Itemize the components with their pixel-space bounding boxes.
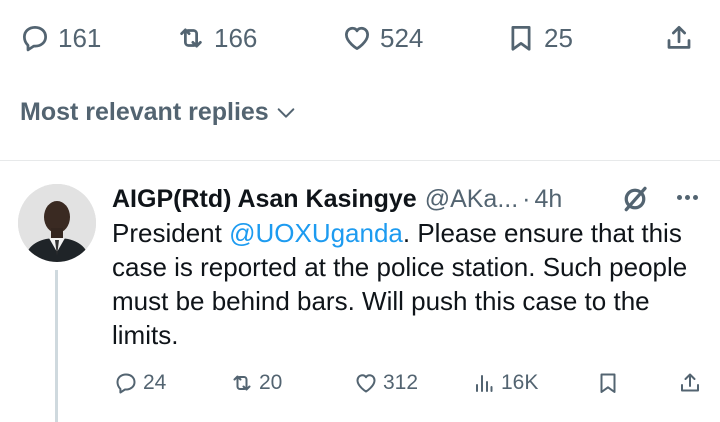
- more-button[interactable]: [670, 182, 704, 212]
- retweet-count: 166: [214, 22, 258, 53]
- reply-button[interactable]: 161: [20, 22, 101, 54]
- mention-link[interactable]: @UOXUganda: [229, 218, 403, 248]
- reply-retweet-count: 20: [259, 371, 283, 394]
- author-handle[interactable]: @AKa...: [425, 185, 518, 214]
- reply-text-start: President: [112, 218, 230, 248]
- reply-views-button[interactable]: 16K: [472, 368, 538, 398]
- heart-icon: [356, 374, 376, 393]
- views-icon: [476, 375, 493, 392]
- separator-dot: ·: [522, 184, 531, 213]
- reply-views-count: 16K: [501, 371, 539, 394]
- reply-bookmark-button[interactable]: [596, 368, 620, 398]
- more-icon-dot: [692, 194, 698, 200]
- reply-text: President @UOXUganda. Please ensure that…: [112, 216, 702, 352]
- avatar[interactable]: [18, 184, 96, 262]
- retweet-icon: [233, 375, 251, 391]
- timestamp[interactable]: 4h: [535, 185, 563, 214]
- avatar-image: [18, 184, 96, 262]
- share-icon: [667, 26, 691, 49]
- reply-share-button[interactable]: [678, 368, 702, 398]
- more-icon-dot: [676, 194, 682, 200]
- author-name[interactable]: AIGP(Rtd) Asan Kasingye: [112, 185, 417, 214]
- share-button[interactable]: [664, 22, 694, 54]
- reply-icon: [116, 373, 136, 394]
- grok-button[interactable]: [620, 184, 650, 214]
- chevron-down-icon: [277, 107, 295, 118]
- reply-reply-count: 24: [143, 371, 167, 394]
- reply-header: AIGP(Rtd) Asan Kasingye @AKa... · 4h: [112, 182, 700, 216]
- reply-count: 161: [58, 22, 102, 53]
- bookmark-icon: [600, 373, 616, 393]
- reply-like-count: 312: [383, 371, 419, 394]
- reply-action-bar: 24 20 312 16K: [112, 368, 702, 398]
- more-icon-dot: [684, 194, 690, 200]
- reply-reply-button[interactable]: 24: [114, 368, 166, 398]
- reply-icon: [23, 26, 47, 52]
- share-icon: [681, 373, 699, 392]
- grok-icon: [624, 186, 647, 212]
- sort-label: Most relevant replies: [20, 98, 269, 126]
- retweet-button[interactable]: 166: [176, 22, 257, 54]
- reply-retweet-button[interactable]: 20: [230, 368, 282, 398]
- like-count: 524: [380, 22, 424, 53]
- divider: [0, 160, 720, 161]
- bookmark-count: 25: [544, 22, 573, 53]
- bookmark-button[interactable]: 25: [506, 22, 573, 54]
- retweet-icon: [180, 28, 202, 48]
- tweet-action-bar: 161 166 524 25: [0, 0, 720, 78]
- reply-like-button[interactable]: 312: [354, 368, 418, 398]
- thread-line: [55, 270, 58, 422]
- bookmark-icon: [511, 26, 531, 51]
- like-button[interactable]: 524: [342, 22, 423, 54]
- heart-icon: [345, 26, 369, 50]
- replies-sort-dropdown[interactable]: Most relevant replies: [20, 98, 297, 127]
